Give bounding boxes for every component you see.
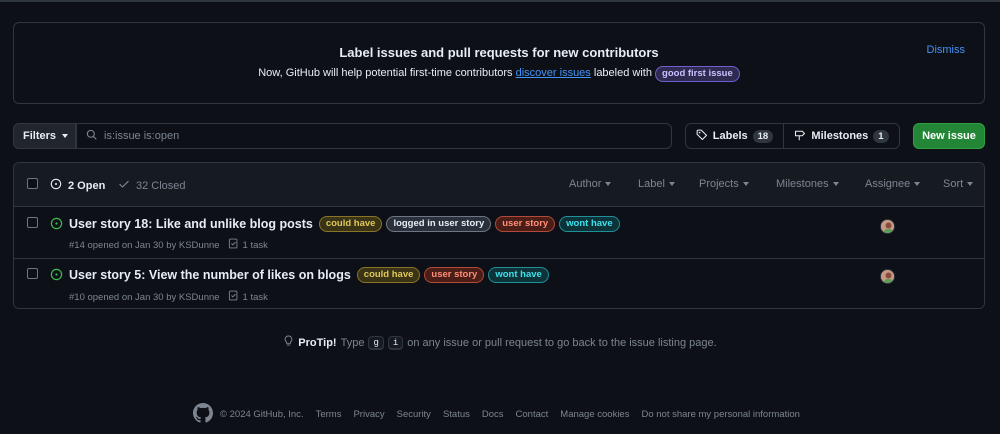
open-issues-tab[interactable]: 2 Open	[50, 178, 105, 193]
banner-sub-suffix: labeled with	[590, 67, 656, 79]
projects-filter-label: Projects	[699, 178, 739, 190]
chevron-down-icon	[832, 182, 839, 186]
milestones-count: 1	[873, 129, 889, 143]
chevron-down-icon	[914, 182, 921, 186]
protip-text: on any issue or pull request to go back …	[407, 336, 717, 349]
footer-link-docs[interactable]: Docs	[482, 409, 504, 420]
key-i: i	[387, 335, 404, 350]
label-filter[interactable]: Label	[638, 178, 675, 190]
task-list-icon	[228, 238, 239, 252]
footer-link-status[interactable]: Status	[443, 409, 470, 420]
footer-link-privacy[interactable]: Privacy	[353, 409, 384, 420]
banner-sub-prefix: Now, GitHub will help potential first-ti…	[258, 67, 516, 79]
author-filter-label: Author	[569, 178, 602, 190]
protip: ProTip! Type g i on any issue or pull re…	[0, 335, 1000, 350]
closed-issues-label: 32 Closed	[136, 179, 186, 192]
issue-title-link[interactable]: User story 5: View the number of likes o…	[69, 268, 351, 282]
label-user-story[interactable]: user story	[424, 267, 485, 283]
protip-title: ProTip!	[298, 336, 337, 349]
key-g: g	[368, 335, 384, 350]
task-count[interactable]: 1 task	[243, 240, 268, 251]
light-bulb-icon	[283, 335, 294, 350]
select-all-checkbox[interactable]	[27, 178, 38, 189]
issue-open-icon	[50, 217, 63, 233]
label-wont-have[interactable]: wont have	[488, 267, 549, 283]
task-list-icon	[228, 290, 239, 304]
chevron-down-icon	[605, 182, 612, 186]
issues-list: 2 Open 32 Closed Author Label Projects M…	[13, 162, 985, 309]
issue-title-line: User story 5: View the number of likes o…	[50, 267, 549, 283]
filters-button[interactable]: Filters	[13, 123, 76, 149]
issue-row: User story 18: Like and unlike blog post…	[14, 207, 984, 258]
labels-label: Labels	[712, 130, 748, 142]
milestones-filter-label: Milestones	[776, 178, 829, 190]
label-user-story[interactable]: user story	[495, 216, 556, 232]
issue-row: User story 5: View the number of likes o…	[14, 258, 984, 308]
task-count[interactable]: 1 task	[243, 292, 268, 303]
issue-meta: #14 opened on Jan 30 by KSDunne 1 task	[69, 238, 268, 252]
filters-label: Filters	[23, 130, 57, 142]
avatar[interactable]	[880, 219, 895, 234]
first-contributors-banner: Label issues and pull requests for new c…	[13, 22, 985, 104]
dismiss-button[interactable]: Dismiss	[927, 44, 966, 56]
avatar[interactable]	[880, 269, 895, 284]
top-divider	[0, 0, 1000, 2]
search-input[interactable]	[104, 130, 644, 142]
label-could-have[interactable]: could have	[318, 216, 383, 232]
good-first-issue-label[interactable]: good first issue	[655, 66, 740, 82]
footer: © 2024 GitHub, Inc. Terms Privacy Securi…	[193, 403, 800, 426]
discover-issues-link[interactable]: discover issues	[516, 67, 591, 79]
milestones-filter[interactable]: Milestones	[776, 178, 839, 190]
check-icon	[118, 178, 130, 193]
new-issue-button[interactable]: New issue	[913, 123, 985, 149]
issue-meta: #10 opened on Jan 30 by KSDunne 1 task	[69, 290, 268, 304]
issue-opened-info: #14 opened on Jan 30 by KSDunne	[69, 239, 220, 251]
chevron-down-icon	[742, 182, 749, 186]
issue-checkbox[interactable]	[27, 217, 38, 228]
label-filter-label: Label	[638, 178, 665, 190]
milestones-button[interactable]: Milestones 1	[783, 123, 900, 149]
label-wont-have[interactable]: wont have	[559, 216, 620, 232]
chevron-down-icon	[62, 134, 69, 138]
sort-filter[interactable]: Sort	[943, 178, 974, 190]
issue-open-icon	[50, 268, 63, 284]
search-bar[interactable]	[76, 123, 672, 149]
footer-link-do-not-share[interactable]: Do not share my personal information	[641, 409, 799, 420]
issue-title-line: User story 18: Like and unlike blog post…	[50, 216, 620, 232]
tag-icon	[696, 129, 708, 144]
protip-pre: Type	[340, 336, 365, 349]
assignee-filter[interactable]: Assignee	[865, 178, 921, 190]
closed-issues-tab[interactable]: 32 Closed	[118, 178, 186, 193]
banner-subtitle: Now, GitHub will help potential first-ti…	[14, 66, 984, 82]
milestone-icon	[794, 129, 806, 144]
search-icon	[86, 129, 97, 143]
issue-title-link[interactable]: User story 18: Like and unlike blog post…	[69, 217, 313, 231]
assignee-filter-label: Assignee	[865, 178, 911, 190]
projects-filter[interactable]: Projects	[699, 178, 749, 190]
footer-link-contact[interactable]: Contact	[516, 409, 549, 420]
issue-checkbox[interactable]	[27, 268, 38, 279]
issues-list-header: 2 Open 32 Closed Author Label Projects M…	[14, 163, 984, 207]
github-logo-icon[interactable]	[193, 403, 213, 426]
labels-count: 18	[752, 129, 774, 143]
footer-link-security[interactable]: Security	[397, 409, 431, 420]
issue-open-icon	[50, 178, 62, 193]
sort-filter-label: Sort	[943, 178, 964, 190]
chevron-down-icon	[967, 182, 974, 186]
author-filter[interactable]: Author	[569, 178, 612, 190]
footer-link-terms[interactable]: Terms	[316, 409, 342, 420]
labels-button[interactable]: Labels 18	[685, 123, 784, 149]
footer-link-manage-cookies[interactable]: Manage cookies	[560, 409, 629, 420]
label-could-have[interactable]: could have	[356, 267, 421, 283]
label-logged-in-user-story[interactable]: logged in user story	[386, 216, 492, 232]
issue-opened-info: #10 opened on Jan 30 by KSDunne	[69, 291, 220, 303]
open-issues-label: 2 Open	[68, 179, 106, 192]
banner-title: Label issues and pull requests for new c…	[339, 45, 659, 60]
footer-copyright: © 2024 GitHub, Inc.	[220, 409, 304, 420]
chevron-down-icon	[668, 182, 675, 186]
milestones-label: Milestones	[811, 130, 869, 142]
